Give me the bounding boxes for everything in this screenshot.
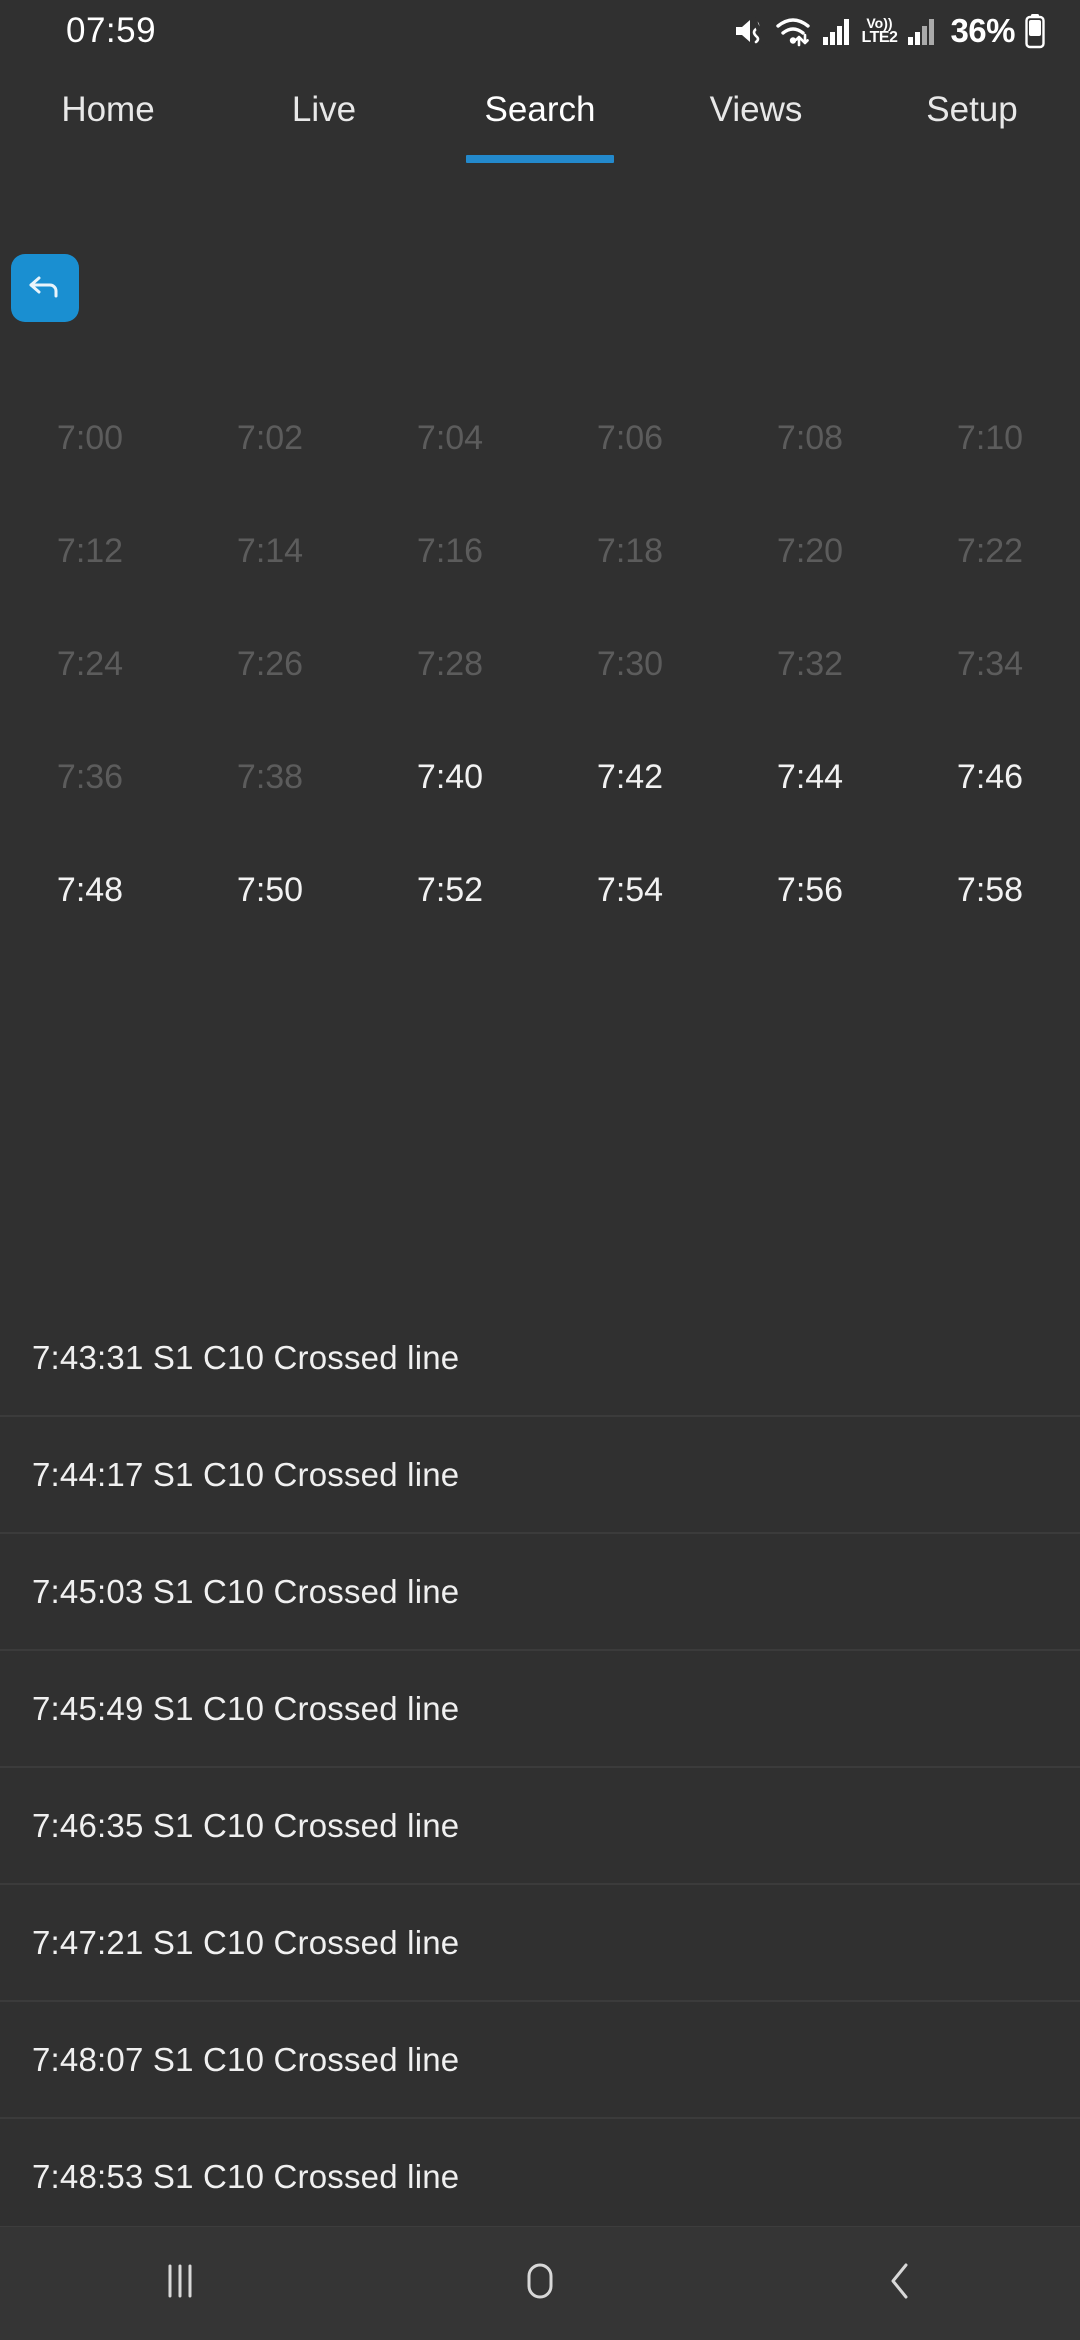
time-cell[interactable]: 7:38 [180, 721, 360, 834]
tab-views-label: Views [709, 89, 803, 129]
signal-icon [822, 16, 852, 46]
time-cell[interactable]: 7:28 [360, 608, 540, 721]
volte-bottom-label: LTE2 [861, 29, 898, 46]
event-row[interactable]: 7:44:17 S1 C10 Crossed line [0, 1417, 1080, 1534]
event-text: 7:48:07 S1 C10 Crossed line [32, 2040, 460, 2078]
event-row[interactable]: 7:45:49 S1 C10 Crossed line [0, 1651, 1080, 1768]
time-cell[interactable]: 7:50 [180, 834, 360, 947]
tab-search[interactable]: Search [432, 62, 648, 163]
time-cell[interactable]: 7:42 [540, 721, 720, 834]
tab-live-label: Live [291, 89, 357, 129]
home-button[interactable] [460, 2227, 620, 2340]
event-text: 7:45:03 S1 C10 Crossed line [32, 1572, 460, 1610]
time-cell[interactable]: 7:32 [720, 608, 900, 721]
time-cell[interactable]: 7:36 [0, 721, 180, 834]
wifi-icon [775, 15, 813, 47]
back-chevron-icon [880, 2257, 920, 2310]
time-cell[interactable]: 7:40 [360, 721, 540, 834]
event-row[interactable]: 7:48:53 S1 C10 Crossed line [0, 2119, 1080, 2236]
tab-views[interactable]: Views [648, 62, 864, 157]
event-list[interactable]: 7:43:31 S1 C10 Crossed line 7:44:17 S1 C1… [0, 1300, 1080, 2236]
event-row[interactable]: 7:43:31 S1 C10 Crossed line [0, 1300, 1080, 1417]
signal2-icon [907, 16, 937, 46]
time-cell[interactable]: 7:14 [180, 495, 360, 608]
time-cell[interactable]: 7:48 [0, 834, 180, 947]
event-row[interactable]: 7:45:03 S1 C10 Crossed line [0, 1534, 1080, 1651]
time-cell[interactable]: 7:24 [0, 608, 180, 721]
mute-icon [734, 16, 766, 46]
tab-setup-label: Setup [926, 89, 1018, 129]
time-cell[interactable]: 7:56 [720, 834, 900, 947]
time-cell[interactable]: 7:44 [720, 721, 900, 834]
time-cell[interactable]: 7:46 [900, 721, 1080, 834]
undo-arrow-icon [26, 269, 64, 308]
time-cell[interactable]: 7:26 [180, 608, 360, 721]
volte-icon: Vo)) LTE2 [862, 16, 898, 46]
event-text: 7:47:21 S1 C10 Crossed line [32, 1923, 460, 1961]
time-cell[interactable]: 7:16 [360, 495, 540, 608]
time-cell[interactable]: 7:00 [0, 382, 180, 495]
tab-search-label: Search [484, 89, 596, 129]
active-tab-indicator [466, 155, 614, 163]
recents-icon [162, 2258, 198, 2309]
event-row[interactable]: 7:48:07 S1 C10 Crossed line [0, 2002, 1080, 2119]
battery-icon [1024, 13, 1046, 49]
event-row[interactable]: 7:47:21 S1 C10 Crossed line [0, 1885, 1080, 2002]
time-cell[interactable]: 7:08 [720, 382, 900, 495]
back-button[interactable] [11, 254, 79, 322]
time-cell[interactable]: 7:58 [900, 834, 1080, 947]
tab-live[interactable]: Live [216, 62, 432, 157]
time-cell[interactable]: 7:22 [900, 495, 1080, 608]
time-cell[interactable]: 7:02 [180, 382, 360, 495]
home-icon [518, 2257, 562, 2310]
app-screen: 07:59 Vo)) LTE2 36% Home Live Search Vie… [0, 0, 1080, 2340]
status-icons: Vo)) LTE2 36% [734, 12, 1047, 50]
tab-home[interactable]: Home [0, 62, 216, 157]
time-cell[interactable]: 7:18 [540, 495, 720, 608]
time-cell[interactable]: 7:34 [900, 608, 1080, 721]
system-navigation-bar [0, 2226, 1080, 2340]
event-text: 7:48:53 S1 C10 Crossed line [32, 2157, 460, 2195]
recents-button[interactable] [100, 2227, 260, 2340]
battery-percent-label: 36% [950, 12, 1015, 49]
time-cell[interactable]: 7:06 [540, 382, 720, 495]
event-text: 7:45:49 S1 C10 Crossed line [32, 1689, 460, 1727]
time-cell[interactable]: 7:12 [0, 495, 180, 608]
event-text: 7:44:17 S1 C10 Crossed line [32, 1455, 460, 1493]
time-cell[interactable]: 7:54 [540, 834, 720, 947]
time-cell[interactable]: 7:04 [360, 382, 540, 495]
status-clock: 07:59 [66, 11, 157, 50]
time-grid: 7:00 7:02 7:04 7:06 7:08 7:10 7:12 7:14 7:16 7:18… [0, 382, 1080, 947]
tab-home-label: Home [61, 89, 155, 129]
event-text: 7:43:31 S1 C10 Crossed line [32, 1338, 460, 1376]
back-nav-button[interactable] [820, 2227, 980, 2340]
time-cell[interactable]: 7:10 [900, 382, 1080, 495]
volte-top-label: Vo)) [866, 15, 893, 31]
tab-bar: Home Live Search Views Setup [0, 62, 1080, 163]
time-cell[interactable]: 7:52 [360, 834, 540, 947]
event-row[interactable]: 7:46:35 S1 C10 Crossed line [0, 1768, 1080, 1885]
status-bar: 07:59 Vo)) LTE2 36% [0, 0, 1080, 62]
time-cell[interactable]: 7:20 [720, 495, 900, 608]
tab-setup[interactable]: Setup [864, 62, 1080, 157]
time-cell[interactable]: 7:30 [540, 608, 720, 721]
event-text: 7:46:35 S1 C10 Crossed line [32, 1806, 460, 1844]
